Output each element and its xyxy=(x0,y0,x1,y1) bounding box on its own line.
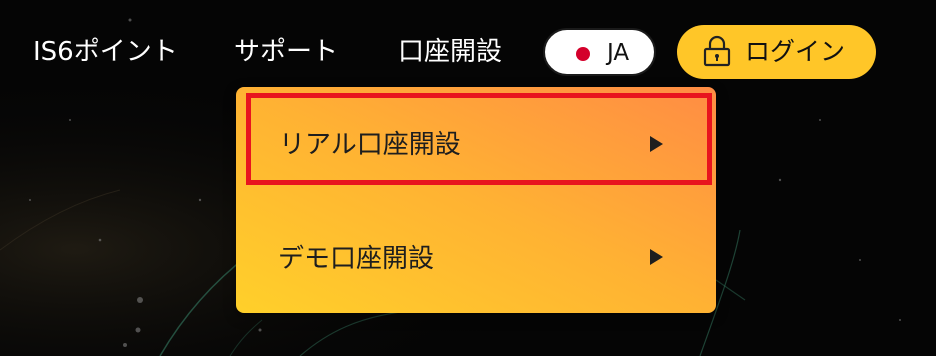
menu-item-label: デモ口座開設 xyxy=(278,244,435,274)
login-label: ログイン xyxy=(745,37,846,66)
menu-item-demo-account[interactable]: デモ口座開設 xyxy=(236,210,716,310)
nav-item-account-opening[interactable]: 口座開設 xyxy=(398,34,502,70)
account-opening-dropdown: リアル口座開設 デモ口座開設 xyxy=(236,87,716,313)
nav-item-is6-points[interactable]: IS6ポイント xyxy=(33,34,178,70)
lock-icon xyxy=(703,35,731,67)
language-selector-button[interactable]: JA xyxy=(543,28,656,76)
nav-item-support[interactable]: サポート xyxy=(234,34,338,70)
chevron-right-icon xyxy=(650,136,663,152)
language-label: JA xyxy=(607,40,630,66)
chevron-right-icon xyxy=(650,249,663,265)
login-button[interactable]: ログイン xyxy=(677,25,876,79)
menu-item-real-account[interactable]: リアル口座開設 xyxy=(236,94,716,194)
japan-flag-icon xyxy=(576,47,590,61)
menu-item-label: リアル口座開設 xyxy=(279,130,461,160)
